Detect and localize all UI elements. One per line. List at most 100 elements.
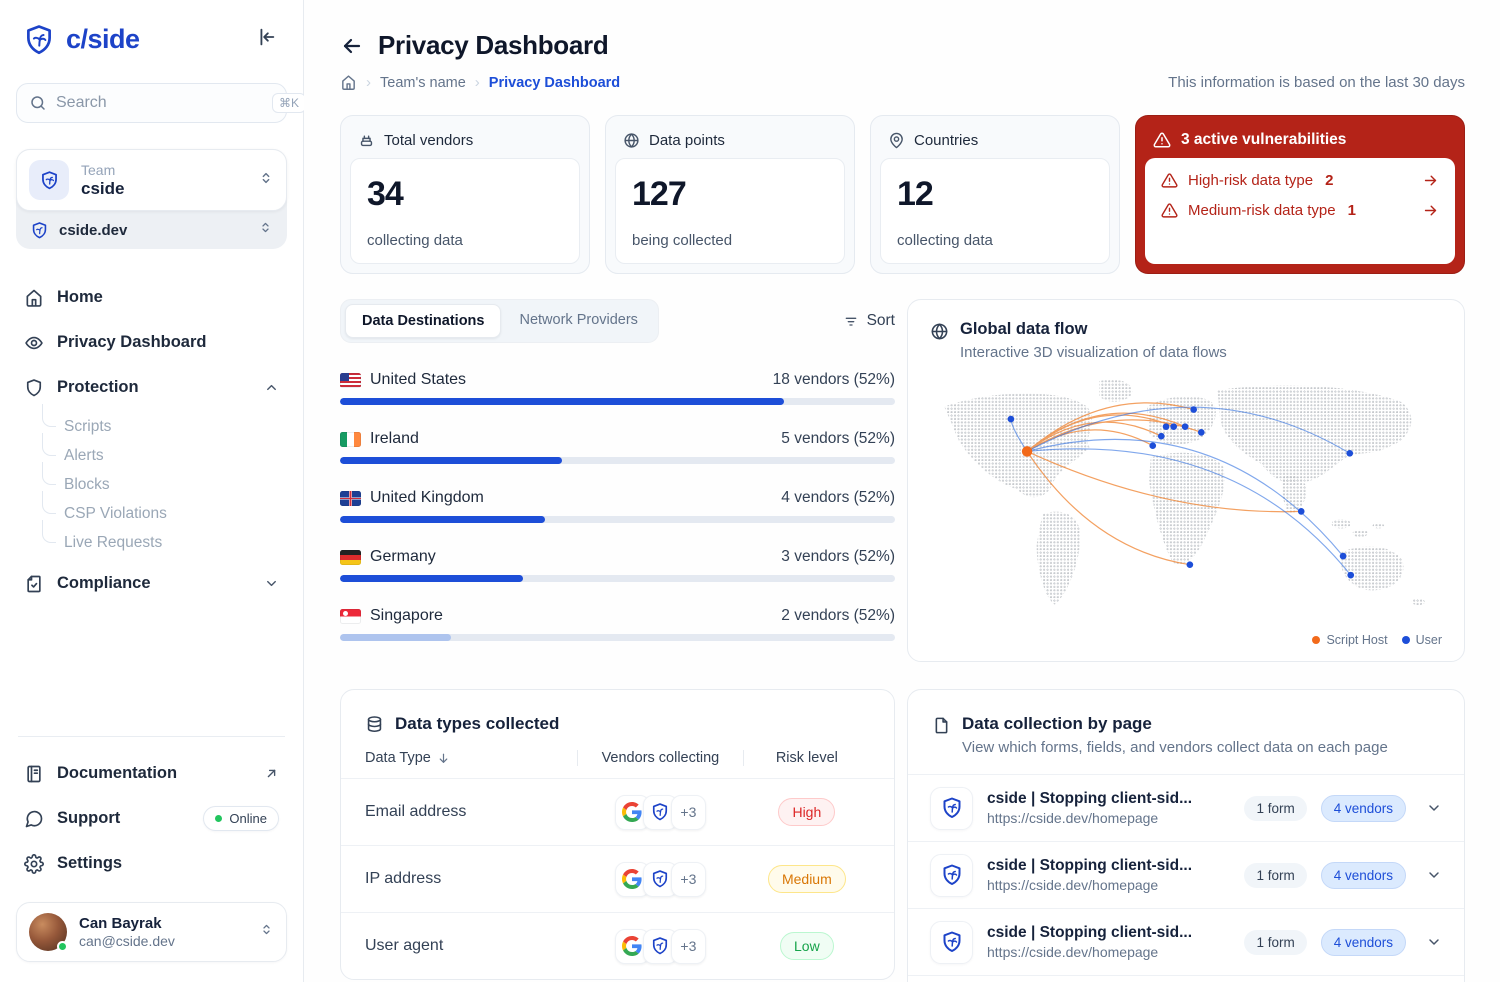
sidebar-item-blocks[interactable]: Blocks	[42, 470, 287, 499]
vendors-badge[interactable]: 4 vendors	[1321, 862, 1406, 889]
view-tabs: Data Destinations Network Providers	[340, 299, 659, 343]
user-menu[interactable]: Can Bayrak can@cside.dev	[16, 902, 287, 962]
vulnerability-item-high[interactable]: High-risk data type 2	[1161, 172, 1439, 189]
page-row-4[interactable]: cside | Stopping client-sid... https://c…	[908, 975, 1464, 982]
sidebar-item-support[interactable]: Support Online	[16, 796, 287, 841]
sidebar-item-label: Protection	[57, 378, 251, 397]
column-data-type[interactable]: Data Type	[365, 750, 577, 766]
shield-palm-icon	[22, 23, 56, 57]
support-online-badge: Online	[203, 806, 279, 831]
vulnerabilities-title: 3 active vulnerabilities	[1181, 131, 1346, 149]
vendors-badge[interactable]: 4 vendors	[1321, 929, 1406, 956]
home-icon[interactable]	[340, 74, 357, 91]
sidebar-item-protection[interactable]: Protection	[16, 365, 287, 410]
column-risk-level: Risk level	[744, 750, 870, 766]
globe-icon	[930, 320, 949, 361]
protection-subnav: Scripts Alerts Blocks CSP Violations Liv…	[42, 412, 287, 557]
chevron-down-icon[interactable]	[1426, 934, 1442, 950]
us-flag-icon	[340, 373, 361, 388]
vendors-badge[interactable]: 4 vendors	[1321, 795, 1406, 822]
page-title-text: cside | Stopping client-sid...	[987, 857, 1230, 875]
tab-network-providers[interactable]: Network Providers	[503, 304, 653, 338]
chevron-down-icon[interactable]	[1426, 800, 1442, 816]
team-selector[interactable]: Team cside	[16, 149, 287, 211]
destination-row-ireland[interactable]: Ireland 5 vendors (52%)	[340, 430, 895, 464]
sidebar-divider	[18, 736, 285, 737]
team-selector-value: cside	[81, 179, 246, 199]
breadcrumb-current[interactable]: Privacy Dashboard	[489, 75, 620, 91]
sidebar-item-csp-violations[interactable]: CSP Violations	[42, 499, 287, 528]
forms-badge: 1 form	[1244, 863, 1306, 888]
cside-shield-icon	[930, 854, 973, 897]
layers-icon	[358, 132, 375, 149]
app-window: c/side ⌘K	[0, 0, 1500, 982]
sidebar-item-label: Settings	[57, 854, 279, 873]
data-collection-card: Data collection by page View which forms…	[907, 689, 1465, 982]
table-row-user-agent[interactable]: User agent +3	[341, 912, 894, 979]
sort-button[interactable]: Sort	[843, 312, 895, 330]
vulnerabilities-card: 3 active vulnerabilities High-risk data …	[1135, 115, 1465, 274]
search-input[interactable]: ⌘K	[16, 83, 287, 123]
arrow-right-icon	[1422, 202, 1439, 219]
vendor-chips: +3	[615, 929, 706, 964]
progress-track	[340, 457, 895, 464]
table-row-email-address[interactable]: Email address +3	[341, 778, 894, 845]
vendor-count: 18 vendors (52%)	[773, 371, 895, 389]
sidebar-item-scripts[interactable]: Scripts	[42, 412, 287, 441]
main-content: Privacy Dashboard › Team's name › Privac…	[304, 0, 1500, 982]
magnifier-icon	[29, 94, 47, 112]
search-field[interactable]	[56, 94, 263, 112]
document-check-icon	[24, 574, 44, 594]
user-status-dot	[57, 941, 68, 952]
sidebar-item-live-requests[interactable]: Live Requests	[42, 528, 287, 557]
stats-row: Total vendors 34 collecting data Data po…	[340, 115, 1465, 274]
progress-fill	[340, 398, 784, 405]
back-button[interactable]	[340, 34, 364, 58]
sidebar-item-privacy-dashboard[interactable]: Privacy Dashboard	[16, 320, 287, 365]
gear-icon	[24, 854, 44, 874]
sidebar-item-label: Support	[57, 809, 190, 828]
script-host-dot-icon	[1312, 636, 1320, 644]
vulnerability-item-medium[interactable]: Medium-risk data type 1	[1161, 202, 1439, 219]
map-legend: Script Host User	[1312, 633, 1442, 647]
progress-fill	[340, 634, 451, 641]
map-subtitle: Interactive 3D visualization of data flo…	[960, 344, 1227, 361]
sidebar-item-label: Compliance	[57, 574, 251, 593]
sidebar-item-settings[interactable]: Settings	[16, 841, 287, 886]
world-map[interactable]	[930, 373, 1442, 630]
uk-flag-icon	[340, 491, 361, 506]
tab-data-destinations[interactable]: Data Destinations	[345, 304, 501, 338]
stat-label: Total vendors	[384, 132, 473, 149]
site-selector[interactable]: cside.dev	[16, 211, 287, 249]
sidebar-item-home[interactable]: Home	[16, 275, 287, 320]
stat-caption: collecting data	[367, 232, 563, 249]
stat-value: 34	[367, 175, 563, 214]
team-selector-label: Team	[81, 162, 246, 178]
user-name: Can Bayrak	[79, 915, 247, 932]
page-row-3[interactable]: cside | Stopping client-sid... https://c…	[908, 908, 1464, 975]
sidebar-item-label: Privacy Dashboard	[57, 333, 279, 352]
destination-row-united-states[interactable]: United States 18 vendors (52%)	[340, 371, 895, 405]
forms-badge: 1 form	[1244, 930, 1306, 955]
destination-row-singapore[interactable]: Singapore 2 vendors (52%)	[340, 607, 895, 641]
chevron-updown-icon	[258, 170, 274, 191]
avatar	[29, 913, 67, 951]
page-title-text: cside | Stopping client-sid...	[987, 790, 1230, 808]
page-title-text: cside | Stopping client-sid...	[987, 924, 1230, 942]
workspace-switcher: Team cside csi	[16, 149, 287, 249]
progress-track	[340, 516, 895, 523]
breadcrumb-team[interactable]: Team's name	[380, 75, 466, 91]
destination-row-germany[interactable]: Germany 3 vendors (52%)	[340, 548, 895, 582]
chevron-down-icon[interactable]	[1426, 867, 1442, 883]
table-row-ip-address[interactable]: IP address +3	[341, 845, 894, 912]
destination-row-united-kingdom[interactable]: United Kingdom 4 vendors (52%)	[340, 489, 895, 523]
user-email: can@cside.dev	[79, 933, 247, 949]
page-row-1[interactable]: cside | Stopping client-sid... https://c…	[908, 774, 1464, 841]
sidebar-item-alerts[interactable]: Alerts	[42, 441, 287, 470]
sidebar-collapse-icon[interactable]	[251, 22, 281, 57]
page-row-2[interactable]: cside | Stopping client-sid... https://c…	[908, 841, 1464, 908]
progress-fill	[340, 516, 545, 523]
sidebar-item-documentation[interactable]: Documentation	[16, 751, 287, 796]
sidebar-item-compliance[interactable]: Compliance	[16, 561, 287, 606]
brand-logo[interactable]: c/side	[22, 23, 140, 57]
